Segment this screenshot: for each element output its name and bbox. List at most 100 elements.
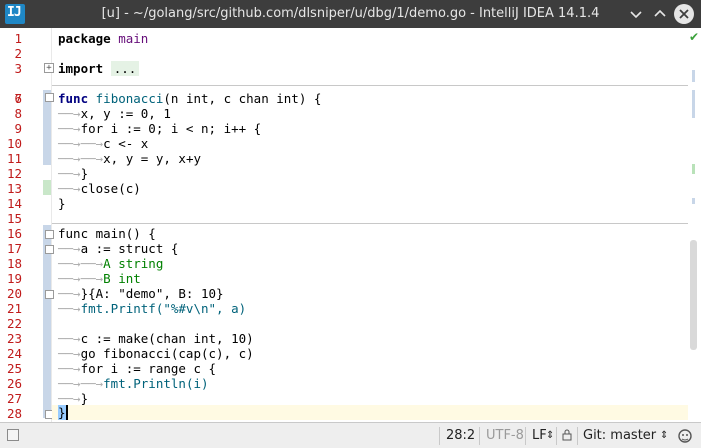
tab-marker: ──→	[58, 301, 81, 316]
line-number: 7	[14, 91, 22, 106]
chevron-down-icon	[630, 11, 642, 19]
code-line: ──→}{A: "demo", B: 10}	[58, 286, 224, 301]
tab-marker: ──→	[58, 346, 81, 361]
code-line: func main() {	[58, 226, 156, 241]
keyword: package	[58, 31, 111, 46]
code-line: ──→c := make(chan int, 10)	[58, 331, 254, 346]
line-number: 19	[6, 271, 22, 286]
code-text: }	[80, 391, 89, 406]
code-line: ──→──→A string	[58, 256, 163, 271]
code-text: B int	[103, 271, 141, 286]
line-number: 10	[6, 136, 22, 151]
code-editor[interactable]: + 1 2 3 6 7 8 9 10 11 12 13 14 15 16 17 …	[0, 28, 701, 422]
line-number: 12	[6, 166, 22, 181]
code-text: close(c)	[80, 181, 141, 196]
vertical-scrollbar[interactable]	[690, 240, 697, 350]
current-line-highlight	[52, 405, 688, 420]
code-line: }	[58, 196, 66, 211]
tab-marker: ──→	[58, 166, 81, 181]
close-button[interactable]	[674, 4, 694, 24]
tab-marker: ──→	[58, 286, 81, 301]
line-number: 2	[14, 46, 22, 61]
status-bar: 28:2 UTF-8 LF ⇕ Git: master ⇕	[0, 422, 701, 448]
code-text: a := struct {	[80, 241, 179, 256]
function-params: (n int, c chan int) {	[163, 91, 322, 106]
code-text: A string	[103, 256, 164, 271]
editor-gutter[interactable]: + 1 2 3 6 7 8 9 10 11 12 13 14 15 16 17 …	[0, 28, 54, 422]
line-number: 23	[6, 331, 22, 346]
line-number: 13	[6, 181, 22, 196]
tab-marker: ──→──→	[58, 271, 104, 286]
tab-marker: ──→	[58, 331, 81, 346]
code-line: ──→}	[58, 391, 88, 406]
added-stripe-marker[interactable]	[692, 164, 695, 174]
code-line: ──→}	[58, 166, 88, 181]
tab-marker: ──→──→	[58, 376, 104, 391]
package-name: main	[110, 31, 149, 46]
tab-marker: ──→──→	[58, 151, 104, 166]
tab-marker: ──→	[58, 121, 81, 136]
chevron-updown-icon: ⇕	[660, 430, 669, 441]
code-text: }	[58, 405, 66, 420]
code-text: c <- x	[103, 136, 149, 151]
vcs-branch[interactable]: Git: master	[583, 428, 656, 443]
change-stripe-marker[interactable]	[692, 70, 695, 82]
code-line: ──→──→c <- x	[58, 136, 148, 151]
code-line: }	[58, 405, 66, 420]
code-line: ──→a := struct {	[58, 241, 178, 256]
line-number: 1	[14, 31, 22, 46]
code-text: c := make(chan int, 10)	[80, 331, 254, 346]
tab-marker: ──→	[58, 391, 81, 406]
code-line: ──→──→B int	[58, 271, 141, 286]
keyword: func	[58, 91, 89, 106]
lock-icon[interactable]	[561, 428, 573, 446]
code-text: x, y := 0, 1	[80, 106, 171, 121]
hector-icon	[678, 429, 692, 443]
code-line: ──→close(c)	[58, 181, 141, 196]
code-text: go fibonacci(cap(c), c)	[80, 346, 254, 361]
code-line: ──→for i := 0; i < n; i++ {	[58, 121, 261, 136]
vcs-added-marker[interactable]	[43, 180, 51, 195]
code-text: x, y = y, x+y	[103, 151, 201, 166]
code-line: ──→──→x, y = y, x+y	[58, 151, 201, 166]
line-number: 14	[6, 196, 22, 211]
line-number: 25	[6, 361, 22, 376]
line-number: 24	[6, 346, 22, 361]
line-number: 28	[6, 406, 22, 421]
line-number: 11	[6, 151, 22, 166]
code-text: fmt.Printf("%#v\n", a)	[80, 301, 247, 316]
method-separator	[52, 223, 688, 224]
file-encoding[interactable]: UTF-8	[486, 428, 524, 443]
code-line: ──→fmt.Printf("%#v\n", a)	[58, 301, 246, 316]
function-name: fibonacci	[95, 91, 164, 106]
folded-imports[interactable]: ...	[110, 61, 140, 76]
code-line: func fibonacci(n int, c chan int) {	[58, 91, 321, 106]
tab-marker: ──→	[58, 181, 81, 196]
code-line: ──→go fibonacci(cap(c), c)	[58, 346, 254, 361]
line-number: 27	[6, 391, 22, 406]
divider	[556, 427, 557, 445]
maximize-button[interactable]	[650, 4, 670, 24]
code-line: ──→──→fmt.Println(i)	[58, 376, 209, 391]
caret-position[interactable]: 28:2	[446, 428, 475, 443]
lock-icon-svg	[562, 429, 572, 441]
line-number: 16	[6, 226, 22, 241]
line-separator[interactable]: LF	[532, 428, 547, 443]
code-text: }{A: "demo", B: 10}	[80, 286, 224, 301]
text-caret	[66, 405, 68, 420]
keyword: import	[58, 61, 104, 76]
error-stripe[interactable]: ✔	[688, 28, 701, 422]
minimize-button[interactable]	[626, 4, 646, 24]
close-icon	[679, 9, 689, 19]
change-stripe-marker[interactable]	[692, 198, 695, 204]
tool-windows-toggle-icon[interactable]	[7, 429, 19, 441]
method-separator	[52, 85, 688, 86]
line-number: 9	[14, 121, 22, 136]
code-area[interactable]: package main import ... func fibonacci(n…	[52, 28, 688, 422]
inspector-icon[interactable]	[676, 427, 694, 448]
code-text: func main() {	[58, 226, 156, 241]
divider	[439, 427, 440, 445]
change-stripe-marker[interactable]	[692, 90, 695, 118]
tab-marker: ──→	[58, 241, 81, 256]
line-number: 18	[6, 256, 22, 271]
